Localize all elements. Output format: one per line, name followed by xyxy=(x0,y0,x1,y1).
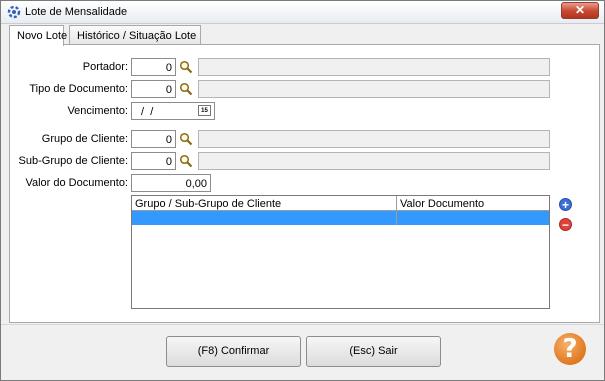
tipo-documento-input[interactable]: 0 xyxy=(131,80,176,98)
minus-circle-icon[interactable]: − xyxy=(559,218,572,231)
grupo-cliente-label: Grupo de Cliente: xyxy=(41,133,128,145)
grid-column-divider xyxy=(396,196,397,225)
grupo-valor-grid[interactable]: Grupo / Sub-Grupo de Cliente Valor Docum… xyxy=(131,195,550,309)
valor-documento-input[interactable]: 0,00 xyxy=(131,174,211,192)
tipo-documento-search-icon[interactable] xyxy=(179,82,193,96)
window-title: Lote de Mensalidade xyxy=(25,6,128,18)
tab-historico-situacao-lote[interactable]: Histórico / Situação Lote xyxy=(69,25,201,44)
vencimento-label: Vencimento: xyxy=(67,105,128,117)
grupo-cliente-input[interactable]: 0 xyxy=(131,130,176,148)
tab-novo-lote[interactable]: Novo Lote xyxy=(9,25,67,46)
app-icon xyxy=(7,5,21,19)
calendar-icon[interactable]: 15 xyxy=(198,105,211,116)
exit-button[interactable]: (Esc) Sair xyxy=(306,336,441,367)
close-button[interactable]: ✕ xyxy=(561,2,599,19)
plus-circle-icon[interactable]: + xyxy=(559,198,572,211)
portador-search-icon[interactable] xyxy=(179,60,193,74)
footer-divider xyxy=(1,324,604,325)
title-bar: Lote de Mensalidade ✕ xyxy=(1,1,604,24)
vencimento-date-input[interactable]: / / 15 xyxy=(131,102,215,120)
grid-header-grupo[interactable]: Grupo / Sub-Grupo de Cliente xyxy=(132,196,397,211)
table-row[interactable] xyxy=(132,211,549,225)
dialog-window: Lote de Mensalidade ✕ Novo Lote Históric… xyxy=(0,0,605,381)
subgrupo-cliente-description xyxy=(198,152,550,170)
grid-header-valor[interactable]: Valor Documento xyxy=(397,196,549,211)
portador-label: Portador: xyxy=(82,61,128,73)
subgrupo-cliente-label: Sub-Grupo de Cliente: xyxy=(18,155,128,167)
grupo-cliente-search-icon[interactable] xyxy=(179,132,193,146)
subgrupo-cliente-input[interactable]: 0 xyxy=(131,152,176,170)
vencimento-value: / / xyxy=(138,106,154,118)
confirm-button[interactable]: (F8) Confirmar xyxy=(166,336,301,367)
portador-input[interactable]: 0 xyxy=(131,58,176,76)
tipo-documento-label: Tipo de Documento: xyxy=(29,83,128,95)
tipo-documento-description xyxy=(198,80,550,98)
portador-description xyxy=(198,58,550,76)
grupo-cliente-description xyxy=(198,130,550,148)
valor-documento-label: Valor do Documento: xyxy=(25,177,128,189)
help-icon[interactable]: ? xyxy=(554,333,586,365)
subgrupo-cliente-search-icon[interactable] xyxy=(179,154,193,168)
